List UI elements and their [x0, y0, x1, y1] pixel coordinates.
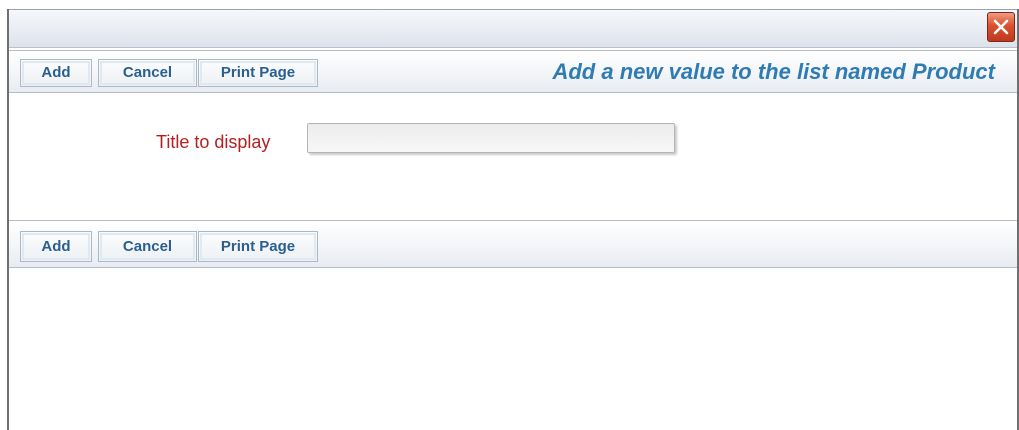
- dialog-window: Add Cancel Print Page Add a new value to…: [0, 0, 1019, 430]
- window-titlebar: [7, 9, 1019, 48]
- top-toolbar: Add Cancel Print Page Add a new value to…: [9, 50, 1017, 93]
- title-to-display-label: Title to display: [156, 132, 271, 152]
- print-page-button-bottom[interactable]: Print Page: [198, 231, 318, 262]
- cancel-button-bottom[interactable]: Cancel: [98, 231, 197, 262]
- add-button[interactable]: Add: [20, 59, 92, 87]
- print-page-button[interactable]: Print Page: [198, 59, 318, 87]
- close-button[interactable]: [987, 12, 1015, 42]
- add-button-bottom[interactable]: Add: [20, 231, 92, 262]
- cancel-button[interactable]: Cancel: [98, 59, 197, 87]
- bottom-toolbar: Add Cancel Print Page: [9, 220, 1017, 268]
- dialog-title: Add a new value to the list named Produc…: [552, 59, 995, 84]
- form-area: Title to display: [9, 94, 1017, 219]
- title-to-display-input[interactable]: [307, 123, 675, 153]
- close-icon: [993, 19, 1009, 35]
